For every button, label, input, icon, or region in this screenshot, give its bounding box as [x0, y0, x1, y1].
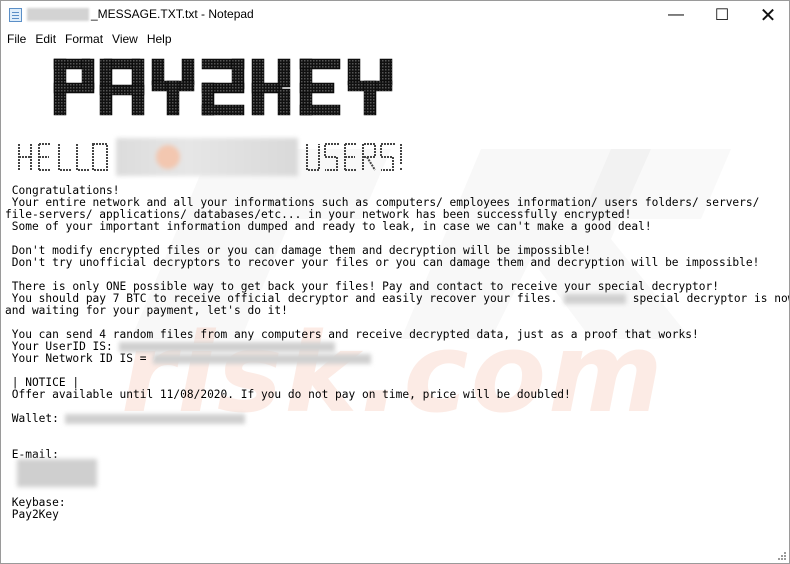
redacted-userid [118, 342, 335, 352]
line-keybase: Keybase: [5, 496, 66, 509]
line-pay-btc-b: special decryptor is now ready [632, 292, 789, 305]
minimize-button[interactable]: — [653, 1, 699, 29]
redacted-filename [27, 8, 89, 21]
redacted-company-inline [564, 294, 627, 304]
resize-grip-icon[interactable] [775, 549, 787, 561]
line-send-files: You can send 4 random files from any com… [5, 328, 699, 341]
menu-help[interactable]: Help [142, 32, 176, 46]
networkid-label: Your Network ID IS = [5, 352, 154, 365]
redacted-company-name [116, 138, 298, 176]
title-bar[interactable]: _MESSAGE.TXT.txt - Notepad — ☐ ✕ [1, 1, 789, 29]
ransom-note-text: Congratulations! Your entire network and… [5, 185, 789, 521]
notepad-window: _MESSAGE.TXT.txt - Notepad — ☐ ✕ File Ed… [0, 0, 790, 564]
line-dont-try: Don't try unofficial decryptors to recov… [5, 256, 760, 269]
menu-format[interactable]: Format [60, 32, 107, 46]
window-title: _MESSAGE.TXT.txt - Notepad [91, 7, 254, 21]
wallet-label: Wallet: [5, 412, 59, 425]
maximize-button[interactable]: ☐ [699, 1, 745, 29]
hello-word-art [18, 143, 108, 171]
redacted-wallet [64, 414, 245, 424]
pay2key-ascii-logo [52, 57, 402, 119]
line-waiting-payment: and waiting for your payment, let's do i… [5, 304, 288, 317]
redacted-email [17, 459, 97, 487]
line-keybase-value: Pay2Key [5, 508, 59, 521]
line-offer: Offer available until 11/08/2020. If you… [5, 388, 571, 401]
line-data-leak: Some of your important information dumpe… [5, 220, 652, 233]
menu-file[interactable]: File [1, 32, 30, 46]
notepad-icon [9, 8, 22, 22]
redacted-networkid [153, 354, 372, 364]
menu-edit[interactable]: Edit [30, 32, 60, 46]
users-word-art [306, 143, 402, 171]
line-userid: Your UserID IS: [5, 341, 789, 353]
line-wallet: Wallet: [5, 412, 789, 425]
menu-bar: File Edit Format View Help [1, 29, 789, 49]
menu-view[interactable]: View [107, 32, 142, 46]
close-button[interactable]: ✕ [745, 1, 789, 29]
text-editor[interactable]: risk.com Congratulations! Your entire ne… [1, 49, 789, 563]
line-email: E-mail: [5, 448, 59, 461]
line-networkid: Your Network ID IS = [5, 352, 789, 365]
